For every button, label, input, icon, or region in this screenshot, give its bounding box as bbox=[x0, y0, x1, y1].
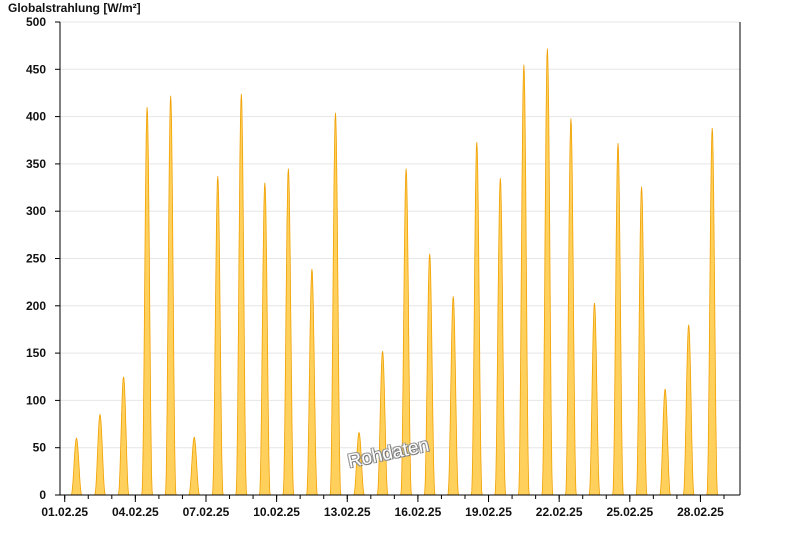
day-area-18.02.25 bbox=[470, 142, 483, 496]
day-area-06.02.25 bbox=[188, 436, 201, 496]
day-area-04.02.25 bbox=[141, 107, 153, 496]
data-area bbox=[70, 48, 719, 496]
x-tick-label: 19.02.25 bbox=[465, 505, 512, 519]
day-area-14.02.25 bbox=[376, 351, 389, 496]
day-area-26.02.25 bbox=[659, 388, 672, 496]
solar-radiation-chart: 050100150200250300350400450500 01.02.25 0… bbox=[26, 15, 741, 519]
day-area-03.02.25 bbox=[117, 376, 130, 496]
x-tick-label: 13.02.25 bbox=[324, 505, 371, 519]
day-area-17.02.25 bbox=[447, 296, 460, 496]
day-area-27.02.25 bbox=[682, 324, 695, 496]
x-tick-label: 10.02.25 bbox=[253, 505, 300, 519]
y-ticks: 0 50 100 150 200 250 300 350 400 450 500 bbox=[26, 15, 60, 502]
day-area-11.02.25 bbox=[306, 268, 318, 496]
x-tick-label: 16.02.25 bbox=[395, 505, 442, 519]
day-area-22.02.25 bbox=[565, 118, 577, 496]
day-area-07.02.25 bbox=[211, 176, 224, 496]
y-tick-label: 500 bbox=[26, 15, 46, 29]
x-ticks: 01.02.25 04.02.25 07.02.25 10.02.25 13.02.25… bbox=[41, 495, 725, 519]
day-area-24.02.25 bbox=[612, 143, 624, 496]
y-tick-label: 200 bbox=[26, 299, 46, 313]
day-area-28.02.25 bbox=[706, 127, 719, 496]
y-tick-label: 400 bbox=[26, 110, 46, 124]
y-tick-label: 450 bbox=[26, 62, 46, 76]
y-tick-label: 0 bbox=[39, 488, 46, 502]
x-tick-label: 28.02.25 bbox=[677, 505, 724, 519]
day-area-01.02.25 bbox=[70, 437, 83, 496]
x-tick-label: 25.02.25 bbox=[606, 505, 653, 519]
x-tick-label: 22.02.25 bbox=[536, 505, 583, 519]
y-tick-label: 300 bbox=[26, 204, 46, 218]
day-area-10.02.25 bbox=[282, 168, 295, 496]
day-area-16.02.25 bbox=[423, 253, 436, 496]
day-area-02.02.25 bbox=[93, 413, 107, 496]
y-tick-label: 250 bbox=[26, 252, 46, 266]
grid-lines bbox=[60, 21, 740, 449]
day-area-05.02.25 bbox=[164, 95, 177, 496]
day-area-20.02.25 bbox=[517, 64, 530, 496]
y-tick-label: 100 bbox=[26, 393, 46, 407]
x-tick-label: 04.02.25 bbox=[112, 505, 159, 519]
day-area-19.02.25 bbox=[494, 178, 507, 496]
day-area-12.02.25 bbox=[329, 112, 342, 496]
x-tick-label: 07.02.25 bbox=[183, 505, 230, 519]
x-tick-label: 01.02.25 bbox=[41, 505, 88, 519]
y-tick-label: 50 bbox=[33, 441, 47, 455]
day-area-09.02.25 bbox=[258, 182, 271, 496]
day-area-23.02.25 bbox=[588, 302, 601, 496]
y-tick-label: 350 bbox=[26, 157, 46, 171]
y-tick-label: 150 bbox=[26, 346, 46, 360]
day-area-08.02.25 bbox=[235, 93, 248, 496]
day-area-25.02.25 bbox=[635, 186, 648, 496]
day-area-21.02.25 bbox=[541, 48, 554, 496]
